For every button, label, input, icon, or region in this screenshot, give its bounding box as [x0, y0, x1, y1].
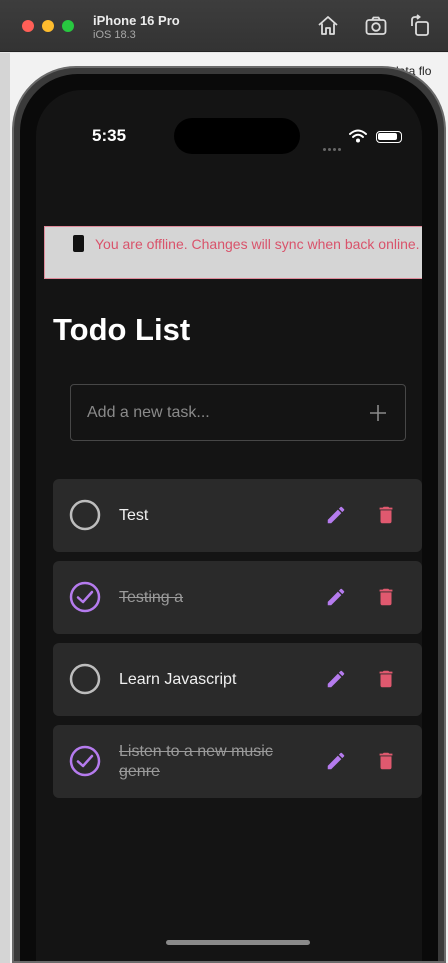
simulator-titlebar: iPhone 16 Pro iOS 18.3: [0, 0, 448, 52]
unchecked-circle-icon[interactable]: [69, 499, 101, 531]
pencil-icon[interactable]: [325, 586, 347, 608]
offline-message-container: You are offline. Changes will sync when …: [71, 235, 422, 253]
task-item: Test: [53, 479, 422, 552]
home-indicator[interactable]: [166, 940, 310, 945]
task-label: Learn Javascript: [119, 671, 237, 688]
os-version: iOS 18.3: [93, 29, 136, 41]
task-label: Listen to a new music genre: [119, 743, 273, 780]
phone-frame: 5:35 You are offline. Changes will sync …: [12, 66, 446, 963]
window-minimize-button[interactable]: [42, 20, 54, 32]
add-task-box: [70, 384, 406, 441]
plus-icon[interactable]: [369, 404, 387, 422]
pencil-icon[interactable]: [325, 504, 347, 526]
offline-message: You are offline. Changes will sync when …: [95, 236, 420, 252]
offline-banner: You are offline. Changes will sync when …: [44, 226, 422, 279]
dynamic-island: [174, 118, 300, 154]
check-circle-icon[interactable]: [69, 745, 101, 777]
pencil-icon[interactable]: [325, 750, 347, 772]
trash-icon[interactable]: [375, 668, 397, 690]
trash-icon[interactable]: [375, 750, 397, 772]
wifi-icon: [349, 129, 367, 143]
page-title: Todo List: [53, 312, 191, 347]
rotate-icon[interactable]: [408, 14, 432, 38]
phone-bezel: 5:35 You are offline. Changes will sync …: [20, 74, 438, 961]
unchecked-circle-icon[interactable]: [69, 663, 101, 695]
screenshot-icon[interactable]: [364, 14, 388, 38]
battery-icon: [376, 131, 402, 143]
task-item: Learn Javascript: [53, 643, 422, 716]
check-circle-icon[interactable]: [69, 581, 101, 613]
task-label: Test: [119, 507, 149, 524]
desktop-backdrop-edge: [0, 53, 10, 963]
trash-icon[interactable]: [375, 586, 397, 608]
device-name: iPhone 16 Pro: [93, 13, 180, 28]
cellular-signal-icon: [323, 138, 343, 156]
add-task-input[interactable]: [87, 385, 357, 440]
task-label: Testing a: [119, 589, 184, 606]
status-time: 5:35: [92, 126, 127, 145]
task-item: Testing a: [53, 561, 422, 634]
home-icon[interactable]: [316, 14, 340, 38]
task-item: Listen to a new music genre: [53, 725, 422, 798]
window-zoom-button[interactable]: [62, 20, 74, 32]
window-close-button[interactable]: [22, 20, 34, 32]
app-screen: 5:35 You are offline. Changes will sync …: [36, 90, 422, 961]
pencil-icon[interactable]: [325, 668, 347, 690]
trash-icon[interactable]: [375, 504, 397, 526]
